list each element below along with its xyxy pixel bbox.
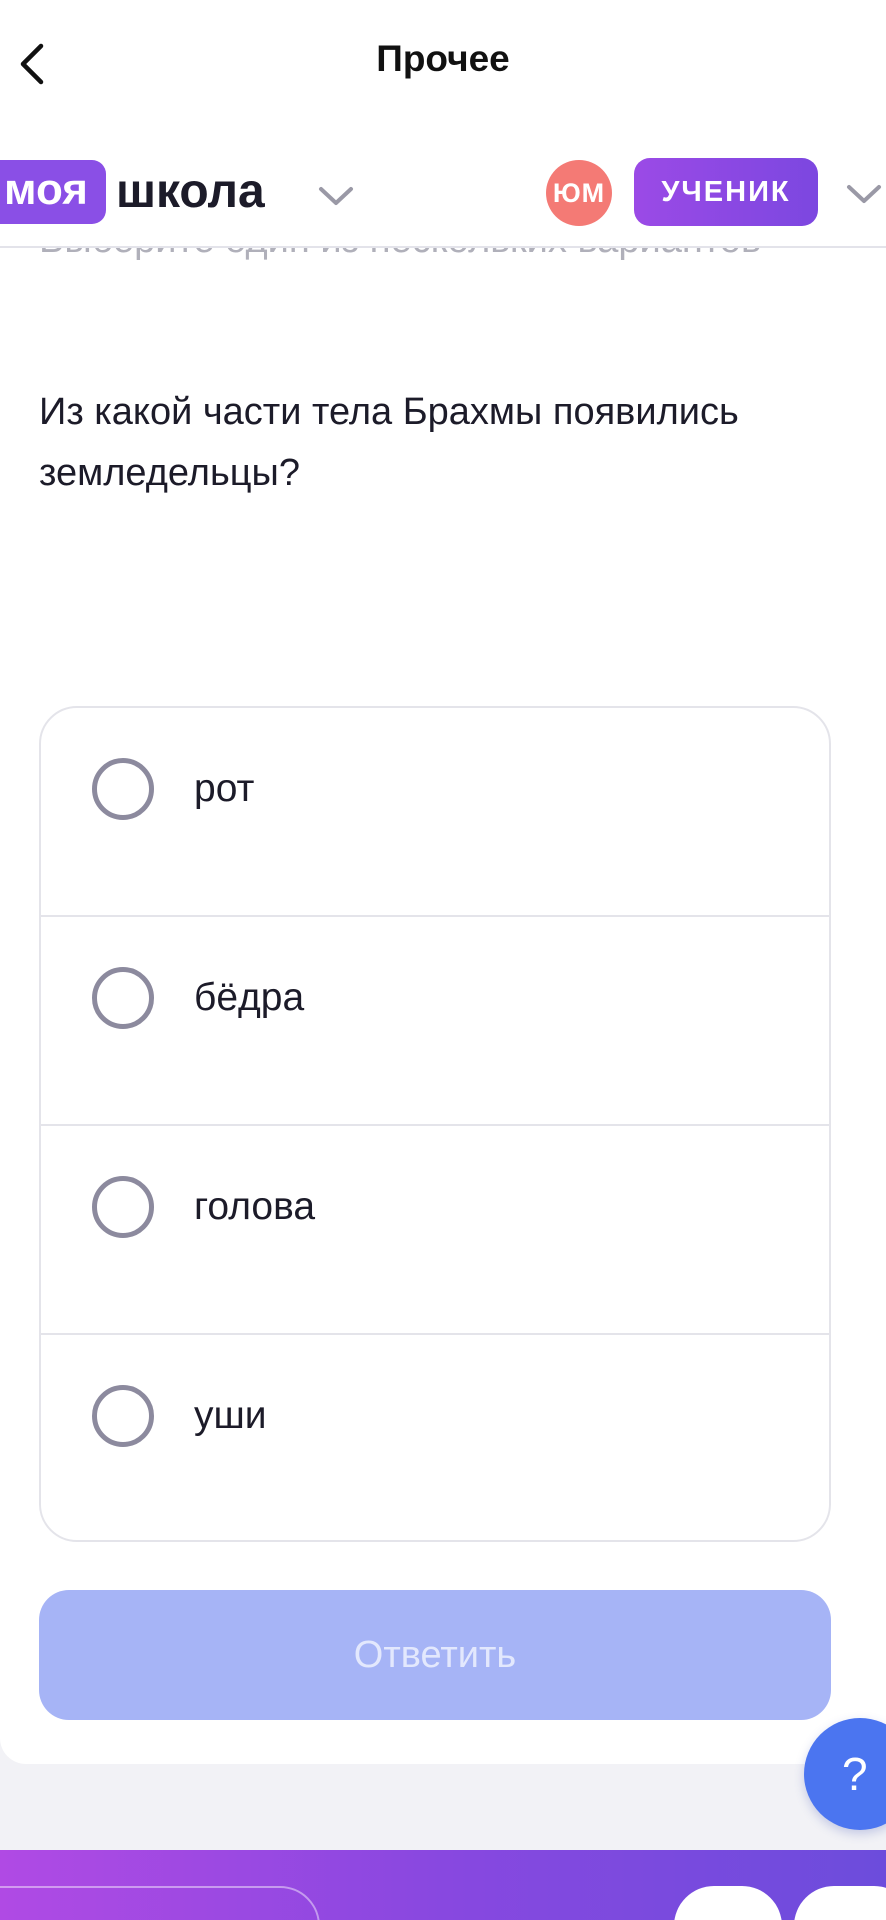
- answer-option-label: голова: [194, 1185, 316, 1228]
- school-dropdown-button[interactable]: [312, 176, 360, 216]
- radio-button[interactable]: [92, 758, 154, 820]
- avatar[interactable]: ЮМ: [546, 160, 612, 226]
- school-header: моя школа ЮМ УЧЕНИК: [0, 128, 886, 248]
- answer-option-label: бёдра: [194, 976, 305, 1019]
- bottom-outline-button[interactable]: [0, 1886, 320, 1920]
- radio-button[interactable]: [92, 1385, 154, 1447]
- task-card: Выберите один из нескольких вариантов Из…: [0, 248, 886, 1764]
- answer-option-label: уши: [194, 1394, 267, 1437]
- chevron-down-icon: [847, 185, 881, 203]
- logo-highlight: моя: [0, 160, 106, 224]
- bottom-action-button[interactable]: [794, 1886, 886, 1920]
- role-badge[interactable]: УЧЕНИК: [634, 158, 818, 226]
- question-text: Из какой части тела Брахмы появились зем…: [39, 391, 739, 494]
- top-navbar: Прочее: [0, 0, 886, 128]
- chevron-down-icon: [319, 187, 353, 205]
- answer-option-label: рот: [194, 767, 255, 810]
- answer-options: рот бёдра голова уши: [39, 706, 831, 1542]
- bottom-action-button[interactable]: [674, 1886, 782, 1920]
- answer-option[interactable]: бёдра: [41, 917, 829, 1126]
- radio-button[interactable]: [92, 967, 154, 1029]
- role-dropdown-button[interactable]: [846, 174, 886, 214]
- answer-option[interactable]: уши: [41, 1335, 829, 1540]
- answer-option[interactable]: рот: [41, 708, 829, 917]
- logo-text: школа: [115, 165, 265, 218]
- app-logo[interactable]: моя школа: [0, 160, 265, 224]
- bottom-bar: [0, 1850, 886, 1920]
- page-title: Прочее: [376, 38, 510, 79]
- radio-button[interactable]: [92, 1176, 154, 1238]
- answer-option[interactable]: голова: [41, 1126, 829, 1335]
- task-instruction: Выберите один из нескольких вариантов: [39, 248, 779, 272]
- submit-answer-button[interactable]: Ответить: [39, 1590, 831, 1720]
